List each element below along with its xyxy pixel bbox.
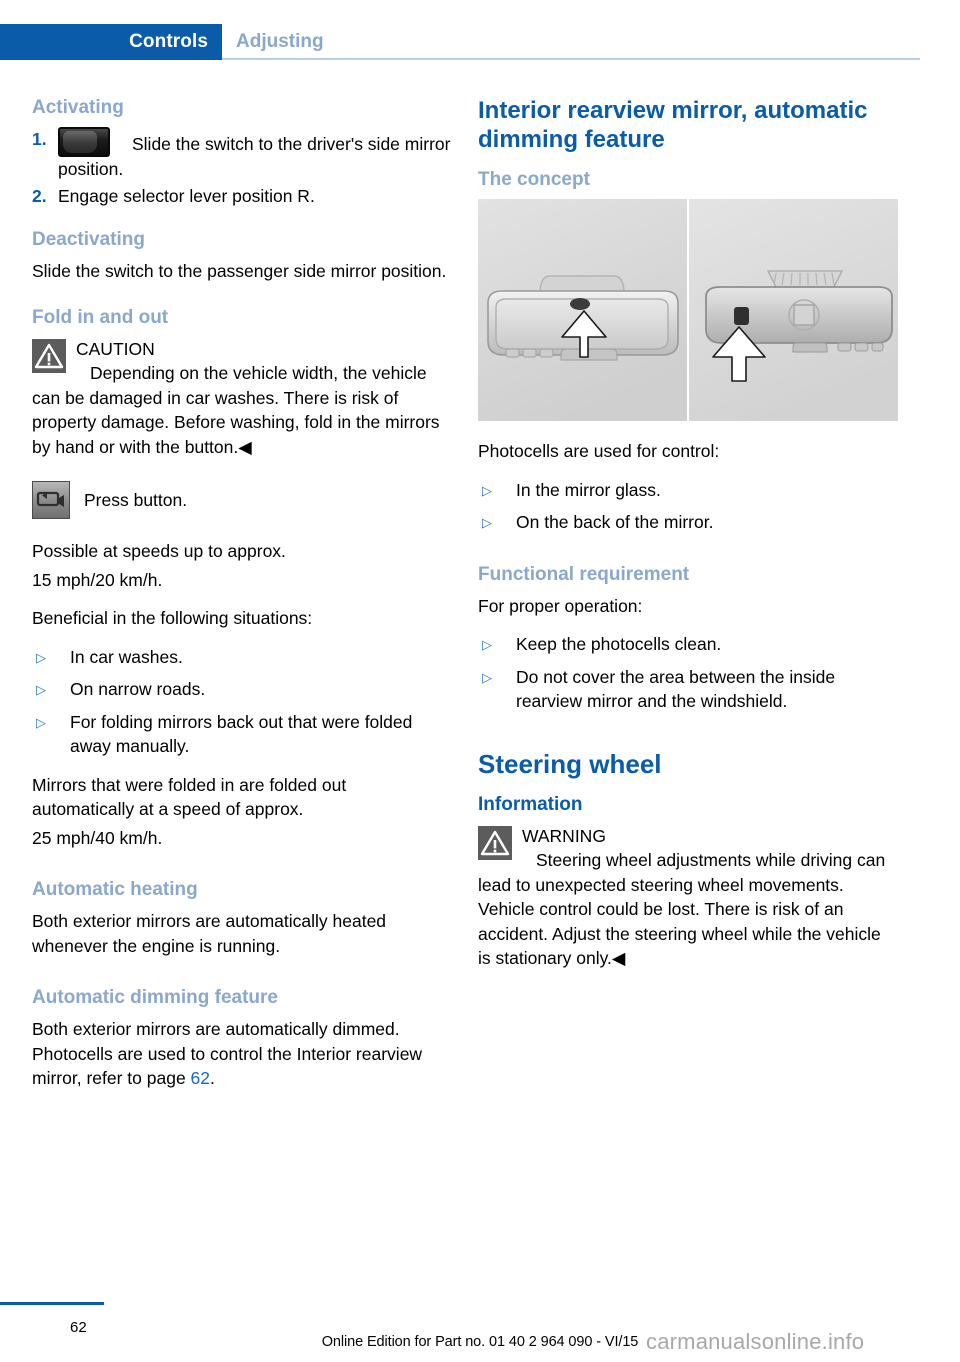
warning-block: WARNING Steering wheel adjustments while…: [478, 824, 898, 971]
activating-steps-list: 1. Slide the switch to the driver's side…: [32, 127, 452, 208]
heading-information: Information: [478, 793, 583, 815]
triangle-bullet-icon: ▷: [482, 637, 492, 652]
heading-automatic-dimming: Automatic dimming feature: [32, 987, 278, 1008]
heading-functional-requirement: Functional requirement: [478, 563, 690, 585]
triangle-bullet-icon: ▷: [482, 482, 492, 498]
autofold-line1: Mirrors that were folded in are folded o…: [32, 774, 347, 820]
caution-block: CAUTION Depending on the vehicle width, …: [32, 337, 452, 460]
press-button-label: Press button.: [84, 490, 188, 510]
slide-switch-icon: [58, 127, 110, 157]
automatic-dimming-body: Both exterior mirrors are automatically …: [32, 1017, 452, 1091]
heading-the-concept: The concept: [478, 169, 590, 190]
autofold-line2: 25 mph/40 km/h.: [32, 827, 163, 848]
step-number-1: 1.: [32, 129, 47, 149]
list-item: ▷ Do not cover the area between the insid…: [478, 665, 898, 714]
photocells-intro: Photocells are used for control:: [478, 441, 720, 461]
warning-triangle-icon: [32, 338, 66, 373]
activating-step-2-text: Engage selector lever position R.: [58, 185, 315, 206]
warning-label: WARNING: [522, 825, 606, 846]
heading-steering-wheel: Steering wheel: [478, 748, 662, 779]
header-tab-controls[interactable]: Controls: [0, 24, 222, 60]
situations-list: ▷ In car washes. ▷ On narrow roads. ▷ For f…: [32, 645, 452, 759]
interior-rearview-mirror-photocell-diagram: [478, 199, 898, 421]
list-item: ▷ Keep the photocells clean.: [478, 632, 898, 657]
caution-text: Depending on the vehicle width, the vehi…: [32, 363, 440, 457]
photocell-text-2: On the back of the mirror.: [516, 512, 714, 532]
list-item: ▷ On the back of the mirror.: [478, 510, 898, 535]
triangle-bullet-icon: ▷: [482, 669, 492, 685]
step-number-2: 2.: [32, 185, 47, 206]
activating-step-2: 2. Engage selector lever position R.: [32, 184, 452, 209]
list-item: ▷ On narrow roads.: [32, 677, 452, 702]
triangle-bullet-icon: ▷: [36, 682, 46, 697]
list-item: ▷ In the mirror glass.: [478, 478, 898, 503]
functional-list: ▷ Keep the photocells clean. ▷ Do not cove…: [478, 632, 898, 714]
automatic-heating-body: Both exterior mirrors are automatically …: [32, 911, 387, 956]
header-tab-adjusting[interactable]: Adjusting: [236, 24, 324, 60]
left-column: Activating 1. Slide the switch to the dr…: [32, 96, 452, 1105]
heading-activating: Activating: [32, 97, 124, 118]
caution-label: CAUTION: [76, 338, 155, 359]
triangle-bullet-icon: ▷: [482, 515, 492, 530]
page-reference-link[interactable]: 62: [191, 1068, 210, 1088]
warning-text: Steering wheel adjustments while driving…: [478, 850, 886, 968]
situation-text-3: For folding mirrors back out that were f…: [70, 711, 413, 757]
footer-divider: [0, 1302, 104, 1305]
photocell-text-1: In the mirror glass.: [516, 479, 661, 500]
activating-step-1: 1. Slide the switch to the driver's side…: [32, 127, 452, 182]
heading-fold-in-and-out: Fold in and out: [32, 306, 169, 328]
functional-intro: For proper operation:: [478, 595, 643, 616]
deactivating-body: Slide the switch to the passenger side m…: [32, 261, 447, 281]
speed-note-line1: Possible at speeds up to approx.: [32, 541, 286, 561]
mirror-fold-button-icon[interactable]: [32, 481, 70, 519]
speed-note-line2: 15 mph/20 km/h.: [32, 569, 163, 590]
functional-text-2: Do not cover the area between the inside…: [516, 666, 836, 712]
page-header: Controls Adjusting: [0, 24, 960, 60]
activating-step-1-text: Slide the switch to the driver's side mi…: [58, 134, 451, 179]
heading-automatic-heating: Automatic heating: [32, 879, 198, 900]
triangle-bullet-icon: ▷: [36, 649, 46, 665]
right-column: Interior rearview mirror, automatic dimm…: [478, 96, 898, 985]
automatic-dimming-text-after: .: [210, 1068, 215, 1088]
warning-triangle-icon: [478, 825, 512, 860]
situations-intro: Beneficial in the following situations:: [32, 608, 313, 628]
press-button-row: Press button.: [32, 481, 452, 519]
photocells-list: ▷ In the mirror glass. ▷ On the back of th…: [478, 478, 898, 535]
triangle-bullet-icon: ▷: [36, 714, 46, 730]
header-divider: [222, 58, 920, 60]
list-item: ▷ In car washes.: [32, 645, 452, 670]
functional-text-1: Keep the photocells clean.: [516, 634, 722, 654]
automatic-dimming-text-before: Both exterior mirrors are automatically …: [32, 1019, 423, 1088]
heading-deactivating: Deactivating: [32, 229, 145, 250]
list-item: ▷ For folding mirrors back out that were …: [32, 710, 452, 759]
situation-text-2: On narrow roads.: [70, 679, 206, 699]
situation-text-1: In car washes.: [70, 646, 183, 667]
site-watermark: carmanualsonline.info: [646, 1329, 865, 1354]
heading-interior-rearview-mirror: Interior rearview mirror, automatic dimm…: [478, 97, 868, 153]
